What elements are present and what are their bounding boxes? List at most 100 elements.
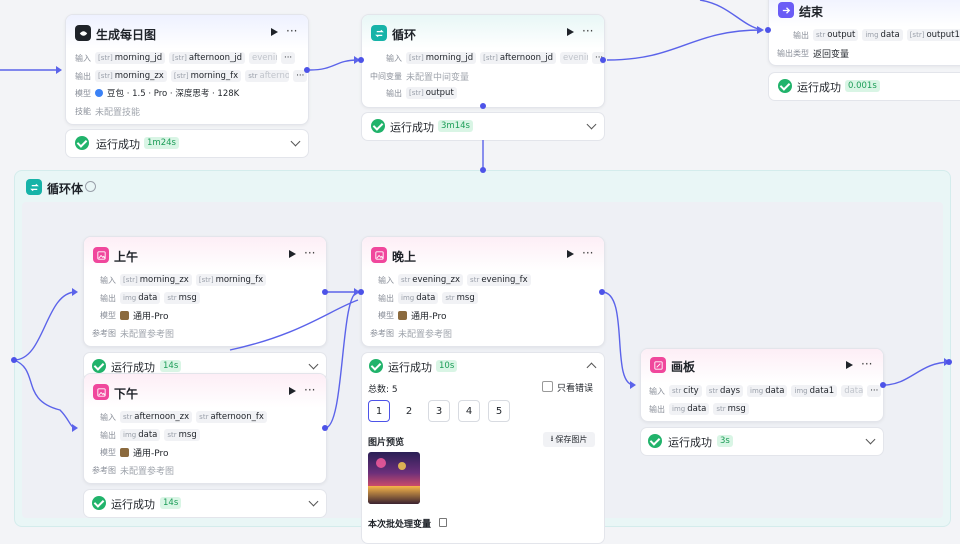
more-tags[interactable]: ··· [281, 52, 296, 64]
port-out[interactable] [600, 57, 606, 63]
var-tag: str evening_zx [398, 274, 464, 286]
edge-loop-end [606, 29, 763, 61]
image-icon [93, 384, 109, 400]
run-icon[interactable] [289, 250, 296, 258]
success-icon [648, 434, 662, 448]
var-tag: img data [862, 29, 903, 41]
port-in[interactable] [765, 27, 771, 33]
run-status-afternoon[interactable]: 运行成功 14s [83, 489, 327, 518]
var-tag: img data [120, 429, 161, 441]
node-title: 画板 [671, 360, 696, 374]
preview-image[interactable] [368, 452, 420, 504]
port-body-link[interactable] [480, 167, 486, 173]
ref-row: 参考图 未配置参考图 [92, 466, 175, 477]
var-tag: str msg [442, 292, 478, 304]
run-status-loop[interactable]: 运行成功 3m14s [361, 112, 605, 141]
run-icon[interactable] [289, 387, 296, 395]
node-generate-daily-image[interactable]: 生成每日图 ··· 输入 [str] morning_jd [str] aftern… [65, 14, 309, 125]
batch-vars-label: 本次批处理变量 [368, 520, 432, 530]
more-icon[interactable]: ··· [582, 247, 593, 259]
more-icon[interactable]: ··· [861, 358, 872, 370]
var-tag: str city [669, 385, 702, 397]
var-tag: str output [813, 29, 859, 41]
more-icon[interactable]: ··· [582, 25, 593, 37]
page-2[interactable]: 2 [398, 400, 420, 422]
port-in[interactable] [358, 289, 364, 295]
run-icon[interactable] [567, 250, 574, 258]
copy-icon[interactable] [439, 518, 447, 527]
only-errors-checkbox[interactable] [542, 381, 553, 392]
var-tag: evening_jd [560, 52, 588, 64]
model-row: 模型 通用-Pro [100, 311, 169, 322]
chevron-down-icon[interactable] [308, 496, 319, 507]
port-out[interactable] [880, 382, 886, 388]
port-body-out[interactable] [946, 359, 952, 365]
var-tag: img data [747, 385, 788, 397]
page-3[interactable]: 3 [428, 400, 450, 422]
more-icon[interactable]: ··· [304, 384, 315, 396]
ref-row: 参考图 未配置参考图 [92, 329, 175, 340]
success-icon [75, 136, 89, 150]
port-out[interactable] [599, 289, 605, 295]
page-1[interactable]: 1 [368, 400, 390, 422]
var-tag: img data [120, 292, 161, 304]
node-title: 生成每日图 [96, 28, 157, 42]
node-title: 循环 [392, 28, 417, 42]
info-icon[interactable] [85, 181, 96, 192]
node-title: 结束 [799, 5, 824, 19]
run-icon[interactable] [271, 28, 278, 36]
end-icon [778, 2, 794, 18]
port-body[interactable] [480, 103, 486, 109]
model-row: 模型 通用-Pro [100, 448, 169, 459]
save-image-button[interactable]: ⭳ 保存图片 [543, 432, 595, 447]
var-tag: str evening_fx [467, 274, 531, 286]
arrow-end [757, 26, 764, 34]
var-tag: data2 [841, 385, 864, 397]
run-status-end[interactable]: 运行成功 0.001s [768, 72, 960, 101]
node-afternoon[interactable]: 下午 ··· 输入 str afternoon_zx str afternoon_f… [83, 373, 327, 484]
chevron-down-icon[interactable] [308, 359, 319, 370]
chevron-down-icon[interactable] [586, 119, 597, 130]
port-out[interactable] [304, 67, 310, 73]
chevron-up-icon[interactable] [586, 362, 597, 373]
var-tag: img data [669, 403, 710, 415]
outputs-row: 输出 str output img data [str] output1 [793, 29, 960, 41]
image-icon [93, 247, 109, 263]
inputs-row: 输入 str afternoon_zx str afternoon_fx [100, 411, 267, 423]
port-out[interactable] [322, 425, 328, 431]
node-title: 下午 [114, 387, 139, 401]
total-count: 总数: 5 [368, 385, 398, 395]
port-out[interactable] [322, 289, 328, 295]
var-tag: [str] afternoon_jd [169, 52, 245, 64]
var-tag: strafternoon_zx [120, 411, 193, 423]
node-end[interactable]: 结束 输出 str output img data [str] output1 输出类… [768, 0, 960, 66]
more-icon[interactable]: ··· [304, 247, 315, 259]
outputs-row: 输出 img data str msg [378, 292, 478, 304]
chevron-down-icon[interactable] [865, 434, 876, 445]
inputs-row: 输入 str city str days img data img data1 data… [649, 385, 882, 397]
run-status-generate[interactable]: 运行成功 1m24s [65, 129, 309, 158]
more-tags[interactable]: ··· [867, 385, 882, 397]
ref-row: 参考图 未配置参考图 [370, 329, 453, 340]
model-row: 模型 豆包 · 1.5 · Pro · 深度思考 · 128K [75, 88, 240, 100]
more-icon[interactable]: ··· [286, 25, 297, 37]
mid-var-row: 中间变量 未配置中间变量 [370, 72, 470, 83]
node-canvas[interactable]: 画板 ··· 输入 str city str days img data img dat… [640, 348, 884, 422]
node-loop[interactable]: 循环 ··· 输入 [str] morning_jd [str] afternoon… [361, 14, 605, 108]
page-4[interactable]: 4 [458, 400, 480, 422]
node-morning[interactable]: 上午 ··· 输入 [str] morning_zx [str] morning_f… [83, 236, 327, 347]
node-evening[interactable]: 晚上 ··· 输入 str evening_zx str evening_fx 输出… [361, 236, 605, 347]
port-body-in[interactable] [11, 357, 17, 363]
model-avatar [398, 311, 407, 320]
var-tag: [str] morning_fx [170, 70, 242, 82]
chevron-down-icon[interactable] [290, 136, 301, 147]
page-5[interactable]: 5 [488, 400, 510, 422]
run-status-canvas[interactable]: 运行成功 3s [640, 427, 884, 456]
var-tag: [str] output1 [906, 29, 960, 41]
run-icon[interactable] [846, 361, 853, 369]
var-tag: evening_jd [249, 52, 277, 64]
port-in[interactable] [358, 57, 364, 63]
run-icon[interactable] [567, 28, 574, 36]
var-tag: [str] morning_zx [95, 70, 167, 82]
outputs-row: 输出 img data str msg [649, 403, 749, 415]
